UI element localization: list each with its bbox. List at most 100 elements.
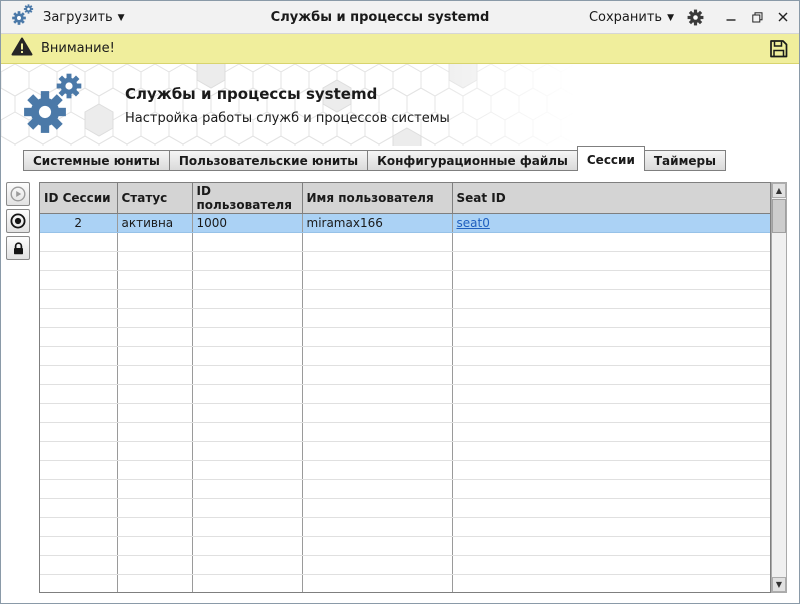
- empty-cell: [117, 308, 193, 328]
- column-header[interactable]: Имя пользователя: [302, 183, 453, 214]
- empty-row: [40, 536, 770, 556]
- empty-cell: [40, 441, 118, 461]
- empty-cell: [40, 327, 118, 347]
- empty-cell: [40, 232, 118, 252]
- save-to-file-button[interactable]: [768, 38, 789, 59]
- empty-cell: [40, 365, 118, 385]
- empty-cell: [192, 574, 303, 592]
- empty-cell: [192, 517, 303, 537]
- empty-cell: [192, 384, 303, 404]
- close-button[interactable]: [775, 9, 791, 25]
- empty-cell: [40, 479, 118, 499]
- lock-session-button[interactable]: [6, 236, 30, 260]
- empty-cell: [40, 403, 118, 423]
- empty-cell: [302, 232, 453, 252]
- empty-cell: [192, 232, 303, 252]
- empty-cell: [40, 536, 118, 556]
- sessions-table-el: ID Сессии Статус ID пользователя Имя пользо…: [40, 183, 770, 592]
- floppy-save-icon: [770, 40, 788, 58]
- empty-cell: [452, 232, 770, 252]
- load-button[interactable]: Загрузить ▼: [43, 10, 125, 25]
- empty-cell: [452, 479, 770, 499]
- save-button[interactable]: Сохранить ▼: [589, 10, 674, 25]
- settings-gear-button[interactable]: [686, 8, 705, 27]
- empty-cell: [452, 574, 770, 592]
- stop-icon: [10, 213, 26, 229]
- empty-row: [40, 403, 770, 423]
- empty-cell: [302, 517, 453, 537]
- warning-bar: Внимание!: [1, 34, 799, 64]
- tab-sessions[interactable]: Сессии: [576, 146, 645, 171]
- empty-row: [40, 232, 770, 252]
- header-text: Службы и процессы systemd Настройка рабо…: [125, 85, 450, 126]
- maximize-button[interactable]: [749, 9, 765, 25]
- tab-timers[interactable]: Таймеры: [643, 150, 726, 171]
- stop-session-button[interactable]: [6, 209, 30, 233]
- empty-cell: [40, 460, 118, 480]
- empty-cell: [302, 403, 453, 423]
- empty-cell: [192, 441, 303, 461]
- start-session-button[interactable]: [6, 182, 30, 206]
- empty-cell: [192, 498, 303, 518]
- empty-cell: [192, 555, 303, 575]
- empty-cell: [452, 441, 770, 461]
- sessions-table: ID Сессии Статус ID пользователя Имя пользо…: [39, 182, 771, 593]
- empty-cell: [117, 422, 193, 442]
- titlebar: Загрузить ▼ Службы и процессы systemd Со…: [1, 1, 799, 34]
- empty-cell: [452, 536, 770, 556]
- empty-cell: [192, 403, 303, 423]
- empty-cell: [452, 251, 770, 271]
- empty-cell: [302, 384, 453, 404]
- empty-cell: [40, 308, 118, 328]
- empty-cell: [302, 460, 453, 480]
- empty-cell: [40, 422, 118, 442]
- table-row[interactable]: 2 активна 1000 miramax166 seat0: [40, 213, 770, 233]
- empty-row: [40, 574, 770, 592]
- column-header[interactable]: ID Сессии: [40, 183, 118, 214]
- seat-link[interactable]: seat0: [457, 216, 490, 230]
- minimize-icon: [726, 19, 736, 21]
- vertical-scrollbar[interactable]: ▲ ▼: [771, 182, 787, 593]
- scroll-up-button[interactable]: ▲: [772, 183, 786, 198]
- column-header[interactable]: ID пользователя: [192, 183, 303, 214]
- empty-cell: [117, 289, 193, 309]
- scrollbar-thumb[interactable]: [772, 199, 786, 233]
- empty-cell: [40, 574, 118, 592]
- empty-row: [40, 289, 770, 309]
- warning-icon: [11, 37, 33, 60]
- column-header[interactable]: Seat ID: [452, 183, 770, 214]
- empty-cell: [117, 479, 193, 499]
- empty-cell: [302, 327, 453, 347]
- empty-cell: [452, 384, 770, 404]
- header-gears-icon: [24, 73, 82, 133]
- column-header[interactable]: Статус: [117, 183, 193, 214]
- empty-row: [40, 270, 770, 290]
- chevron-down-icon: ▼: [667, 13, 674, 23]
- tab-user-units[interactable]: Пользовательские юниты: [168, 150, 369, 171]
- empty-cell: [117, 270, 193, 290]
- empty-cell: [40, 498, 118, 518]
- play-icon: [10, 186, 26, 202]
- empty-row: [40, 517, 770, 537]
- empty-cell: [117, 574, 193, 592]
- maximize-icon: [751, 11, 762, 22]
- minimize-button[interactable]: [723, 9, 739, 25]
- empty-cell: [452, 460, 770, 480]
- empty-row: [40, 422, 770, 442]
- table-cell: 2: [40, 213, 118, 233]
- empty-cell: [452, 346, 770, 366]
- scroll-down-button[interactable]: ▼: [772, 577, 786, 592]
- titlebar-left: Загрузить ▼: [9, 2, 199, 32]
- empty-cell: [452, 365, 770, 385]
- chevron-down-icon: ▼: [117, 13, 125, 23]
- empty-row: [40, 346, 770, 366]
- empty-row: [40, 460, 770, 480]
- save-button-label: Сохранить: [588, 9, 663, 25]
- header-subtitle: Настройка работы служб и процессов систе…: [125, 110, 450, 126]
- empty-cell: [192, 460, 303, 480]
- scrollbar-track[interactable]: [772, 198, 786, 577]
- empty-cell: [117, 460, 193, 480]
- tab-config-files[interactable]: Конфигурационные файлы: [367, 150, 578, 171]
- empty-cell: [302, 289, 453, 309]
- tab-system-units[interactable]: Системные юниты: [23, 150, 170, 171]
